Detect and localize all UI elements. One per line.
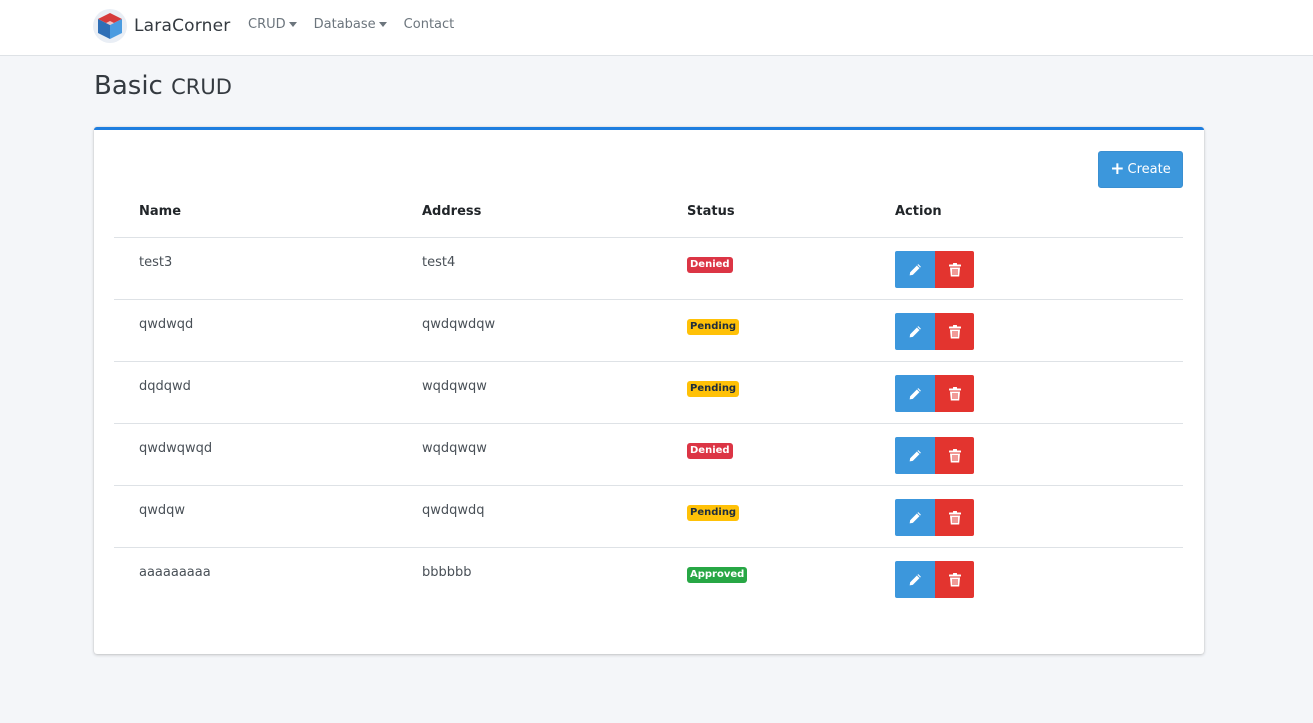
edit-button[interactable] xyxy=(895,313,935,350)
delete-button[interactable] xyxy=(935,251,974,288)
edit-button[interactable] xyxy=(895,251,935,288)
status-badge: Denied xyxy=(687,257,733,273)
records-table: Name Address Status Action test3 test4 Den… xyxy=(114,190,1183,610)
table-row: test3 test4 Denied xyxy=(114,238,1183,300)
status-badge: Pending xyxy=(687,381,740,397)
cell-name: qwdwqd xyxy=(139,317,194,332)
header-status: Status xyxy=(687,204,735,219)
create-button-label: Create xyxy=(1127,162,1171,177)
cell-name: aaaaaaaaa xyxy=(139,565,211,580)
cell-name: test3 xyxy=(139,255,173,270)
table-body: test3 test4 Denied qwdwqd qwdqwdqw Pending dqd… xyxy=(114,238,1183,610)
nav-contact-label: Contact xyxy=(403,17,455,32)
row-actions xyxy=(895,561,974,598)
trash-icon xyxy=(948,262,961,277)
trash-icon xyxy=(948,324,961,339)
nav-links: CRUD Database Contact xyxy=(248,17,471,32)
pencil-icon xyxy=(908,511,922,525)
edit-button[interactable] xyxy=(895,499,935,536)
cell-name: dqdqwd xyxy=(139,379,191,394)
page-title-sub: CRUD xyxy=(171,75,232,99)
status-badge: Approved xyxy=(687,567,748,583)
brand-link[interactable]: LaraCorner xyxy=(92,6,230,46)
row-actions xyxy=(895,499,974,536)
cell-name: qwdwqwqd xyxy=(139,441,213,456)
crud-card: + Create Name Address Status Action test… xyxy=(94,127,1204,654)
row-actions xyxy=(895,437,974,474)
trash-icon xyxy=(948,510,961,525)
table-row: qwdwqwqd wqdqwqw Denied xyxy=(114,424,1183,486)
trash-icon xyxy=(948,386,961,401)
delete-button[interactable] xyxy=(935,437,974,474)
cell-name: qwdqw xyxy=(139,503,186,518)
trash-icon xyxy=(948,448,961,463)
table-row: qwdwqd qwdqwdqw Pending xyxy=(114,300,1183,362)
table-row: qwdqw qwdqwdq Pending xyxy=(114,486,1183,548)
laracorner-logo-icon xyxy=(93,9,127,43)
caret-down-icon xyxy=(378,22,387,27)
nav-database-label: Database xyxy=(313,17,376,32)
delete-button[interactable] xyxy=(935,313,974,350)
caret-down-icon xyxy=(288,22,297,27)
header-action: Action xyxy=(895,204,942,219)
page-title: Basic CRUD xyxy=(94,71,232,101)
row-actions xyxy=(895,313,974,350)
edit-button[interactable] xyxy=(895,375,935,412)
nav-contact-link[interactable]: Contact xyxy=(404,17,455,32)
delete-button[interactable] xyxy=(935,499,974,536)
table-header: Name Address Status Action xyxy=(114,190,1183,238)
brand-name: LaraCorner xyxy=(134,16,231,36)
create-button[interactable]: + Create xyxy=(1098,151,1183,188)
cell-address: qwdqwdqw xyxy=(422,317,496,332)
pencil-icon xyxy=(908,325,922,339)
status-badge: Pending xyxy=(687,319,740,335)
cell-address: test4 xyxy=(422,255,456,270)
table-row: dqdqwd wqdqwqw Pending xyxy=(114,362,1183,424)
pencil-icon xyxy=(908,263,922,277)
cell-address: qwdqwdq xyxy=(422,503,485,518)
pencil-icon xyxy=(908,387,922,401)
row-actions xyxy=(895,251,974,288)
header-address: Address xyxy=(422,204,482,219)
header-name: Name xyxy=(139,204,182,219)
page-title-main: Basic xyxy=(94,71,163,101)
edit-button[interactable] xyxy=(895,437,935,474)
cell-address: wqdqwqw xyxy=(422,441,487,456)
cell-address: bbbbbb xyxy=(422,565,472,580)
cell-address: wqdqwqw xyxy=(422,379,487,394)
plus-icon: + xyxy=(1110,159,1125,179)
edit-button[interactable] xyxy=(895,561,935,598)
trash-icon xyxy=(948,572,961,587)
pencil-icon xyxy=(908,449,922,463)
delete-button[interactable] xyxy=(935,375,974,412)
row-actions xyxy=(895,375,974,412)
nav-database-dropdown[interactable]: Database xyxy=(314,17,387,32)
nav-crud-label: CRUD xyxy=(248,17,286,32)
status-badge: Pending xyxy=(687,505,740,521)
table-row: aaaaaaaaa bbbbbb Approved xyxy=(114,548,1183,610)
delete-button[interactable] xyxy=(935,561,974,598)
top-navbar: LaraCorner CRUD Database Contact xyxy=(0,0,1313,56)
pencil-icon xyxy=(908,573,922,587)
status-badge: Denied xyxy=(687,443,733,459)
nav-crud-dropdown[interactable]: CRUD xyxy=(248,17,297,32)
